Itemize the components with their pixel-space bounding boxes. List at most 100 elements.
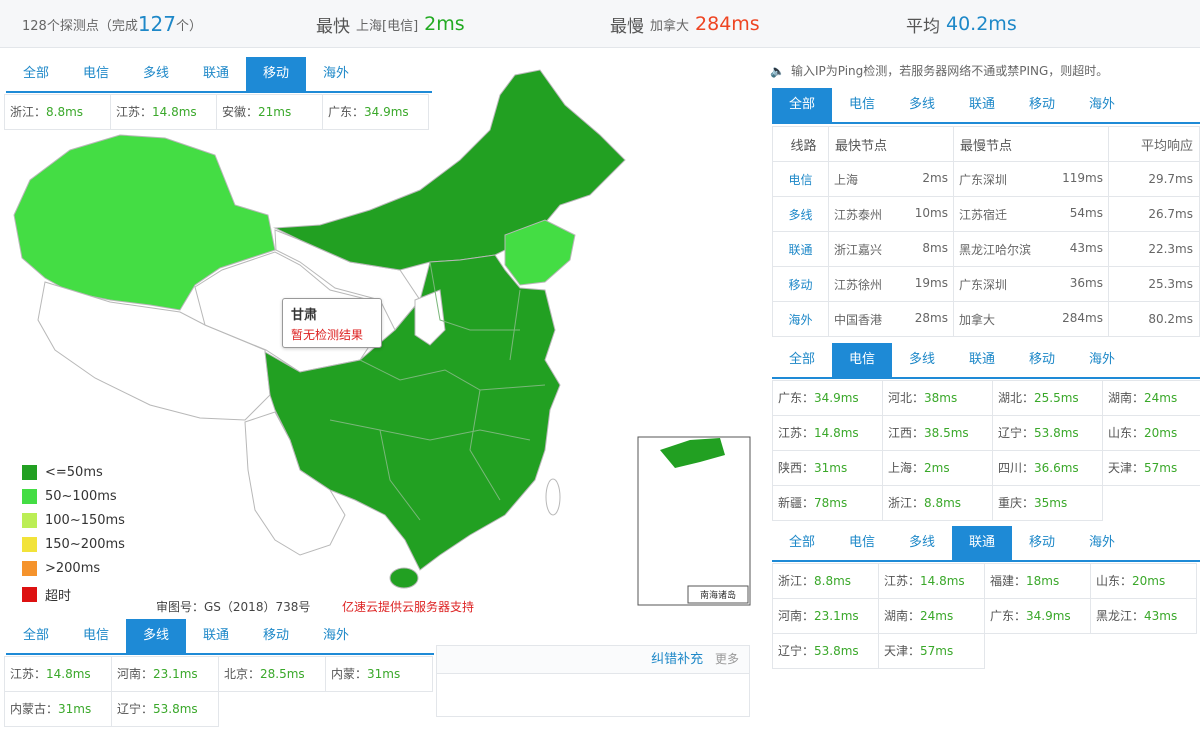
average-response: 29.7ms xyxy=(1108,161,1200,197)
ping-value: 20ms xyxy=(1144,426,1178,440)
tab-telecom[interactable]: 电信 xyxy=(832,88,892,122)
province-name: 山东： xyxy=(1096,574,1133,588)
province-ping-cell: 江苏：14.8ms xyxy=(111,95,217,130)
ping-value: 57ms xyxy=(920,644,954,658)
province-name: 河南： xyxy=(778,609,815,623)
tab-telecom[interactable]: 电信 xyxy=(66,57,126,91)
table-row: 海外 中国香港 28ms 加拿大 284ms 80.2ms xyxy=(772,301,1200,337)
province-ping-cell: 黑龙江：43ms xyxy=(1091,599,1197,634)
grid-multi: 江苏：14.8ms 河南：23.1ms 北京：28.5ms 内蒙：31ms 内蒙古：31… xyxy=(4,656,433,727)
province-name: 湖南： xyxy=(1108,391,1145,405)
tab-mobile[interactable]: 移动 xyxy=(246,619,306,653)
tab-multi[interactable]: 多线 xyxy=(892,343,952,377)
tab-overseas[interactable]: 海外 xyxy=(306,57,366,91)
tab-all[interactable]: 全部 xyxy=(6,57,66,91)
province-name: 浙江： xyxy=(778,574,815,588)
tab-multi[interactable]: 多线 xyxy=(126,619,186,653)
ping-value: 43ms xyxy=(1144,609,1178,623)
province-ping-cell: 江西：38.5ms xyxy=(883,416,993,451)
table-row: 联通 浙江嘉兴 8ms 黑龙江哈尔滨 43ms 22.3ms xyxy=(772,231,1200,267)
ping-value: 24ms xyxy=(920,609,954,623)
ping-value: 28.5ms xyxy=(260,667,305,681)
fastest-node: 江苏泰州 10ms xyxy=(828,196,954,232)
province-name: 江苏： xyxy=(116,105,153,119)
province-ping-cell: 辽宁：53.8ms xyxy=(993,416,1103,451)
tab-unicom[interactable]: 联通 xyxy=(952,343,1012,377)
header-line: 线路 xyxy=(772,126,829,162)
table-row: 移动 江苏徐州 19ms 广东深圳 36ms 25.3ms xyxy=(772,266,1200,302)
ping-value: 34.9ms xyxy=(814,391,859,405)
tab-unicom[interactable]: 联通 xyxy=(952,88,1012,122)
province-name: 黑龙江： xyxy=(1096,609,1145,623)
legend-label: 150~200ms xyxy=(45,537,125,552)
tab-unicom[interactable]: 联通 xyxy=(186,57,246,91)
province-ping-cell: 广东：34.9ms xyxy=(773,381,883,416)
province-name: 上海： xyxy=(888,461,925,475)
map-support-credit[interactable]: 亿速云提供云服务器支持 xyxy=(342,598,474,615)
province-ping-cell: 山东：20ms xyxy=(1091,564,1197,599)
province-ping-cell: 重庆：35ms xyxy=(993,486,1103,521)
province-name: 重庆： xyxy=(998,496,1035,510)
fastest-node: 上海 2ms xyxy=(828,161,954,197)
province-ping-cell: 湖北：25.5ms xyxy=(993,381,1103,416)
table-row: 电信 上海 2ms 广东深圳 119ms 29.7ms xyxy=(772,161,1200,197)
ping-value: 35ms xyxy=(1034,496,1068,510)
tab-overseas[interactable]: 海外 xyxy=(1072,88,1132,122)
line-name: 电信 xyxy=(772,161,829,197)
probe-done-count: 127 xyxy=(137,12,177,36)
province-name: 江苏： xyxy=(778,426,815,440)
province-name: 广东： xyxy=(328,105,365,119)
tab-overseas[interactable]: 海外 xyxy=(306,619,366,653)
province-ping-cell: 安徽：21ms xyxy=(217,95,323,130)
ping-value: 57ms xyxy=(1144,461,1178,475)
tab-multi[interactable]: 多线 xyxy=(892,88,952,122)
tab-mobile[interactable]: 移动 xyxy=(1012,343,1072,377)
ping-value: 78ms xyxy=(814,496,848,510)
tab-overseas[interactable]: 海外 xyxy=(1072,343,1132,377)
province-name: 辽宁： xyxy=(998,426,1035,440)
tabs-multi: 全部 电信 多线 联通 移动 海外 xyxy=(6,619,434,655)
tab-mobile[interactable]: 移动 xyxy=(1012,526,1072,560)
line-name: 海外 xyxy=(772,301,829,337)
table-row: 多线 江苏泰州 10ms 江苏宿迁 54ms 26.7ms xyxy=(772,196,1200,232)
province-ping-cell: 广东：34.9ms xyxy=(985,599,1091,634)
tab-all[interactable]: 全部 xyxy=(772,88,832,122)
province-ping-cell: 浙江：8.8ms xyxy=(5,95,111,130)
slowest-node: 广东深圳 119ms xyxy=(953,161,1109,197)
tab-overseas[interactable]: 海外 xyxy=(1072,526,1132,560)
region-hainan[interactable] xyxy=(389,567,419,589)
fastest-node: 江苏徐州 19ms xyxy=(828,266,954,302)
tab-unicom[interactable]: 联通 xyxy=(952,526,1012,560)
tab-all[interactable]: 全部 xyxy=(772,343,832,377)
ping-value: 25.5ms xyxy=(1034,391,1079,405)
slowest-stat: 最慢 加拿大 284ms xyxy=(610,13,760,37)
ping-value: 20ms xyxy=(1132,574,1166,588)
tab-multi[interactable]: 多线 xyxy=(892,526,952,560)
fastest-stat: 最快 上海[电信] 2ms xyxy=(316,13,465,37)
tab-all[interactable]: 全部 xyxy=(772,526,832,560)
tab-multi[interactable]: 多线 xyxy=(126,57,186,91)
line-name: 移动 xyxy=(772,266,829,302)
tab-unicom[interactable]: 联通 xyxy=(186,619,246,653)
province-name: 北京： xyxy=(224,667,261,681)
tab-telecom[interactable]: 电信 xyxy=(832,343,892,377)
legend-swatch xyxy=(22,513,37,528)
table-header-row: 线路 最快节点 最慢节点 平均响应 xyxy=(772,126,1200,162)
more-link[interactable]: 更多 xyxy=(715,652,739,666)
legend-item: >200ms xyxy=(22,561,100,576)
tab-telecom[interactable]: 电信 xyxy=(66,619,126,653)
ping-value: 24ms xyxy=(1144,391,1178,405)
line-summary-table: 线路 最快节点 最慢节点 平均响应 电信 上海 2ms 广东深圳 119ms 29.7ms… xyxy=(772,126,1200,337)
legend-item: 50~100ms xyxy=(22,489,117,504)
tab-all[interactable]: 全部 xyxy=(6,619,66,653)
slowest-node: 加拿大 284ms xyxy=(953,301,1109,337)
tab-telecom[interactable]: 电信 xyxy=(832,526,892,560)
tab-mobile[interactable]: 移动 xyxy=(1012,88,1072,122)
map-approval-number: 审图号：GS（2018）738号 xyxy=(156,600,311,614)
tab-mobile[interactable]: 移动 xyxy=(246,57,306,91)
ping-value: 23.1ms xyxy=(153,667,198,681)
province-ping-cell: 辽宁：53.8ms xyxy=(773,634,879,669)
correct-link[interactable]: 纠错补充 xyxy=(651,652,703,667)
province-ping-cell: 福建：18ms xyxy=(985,564,1091,599)
region-taiwan[interactable] xyxy=(545,478,561,516)
